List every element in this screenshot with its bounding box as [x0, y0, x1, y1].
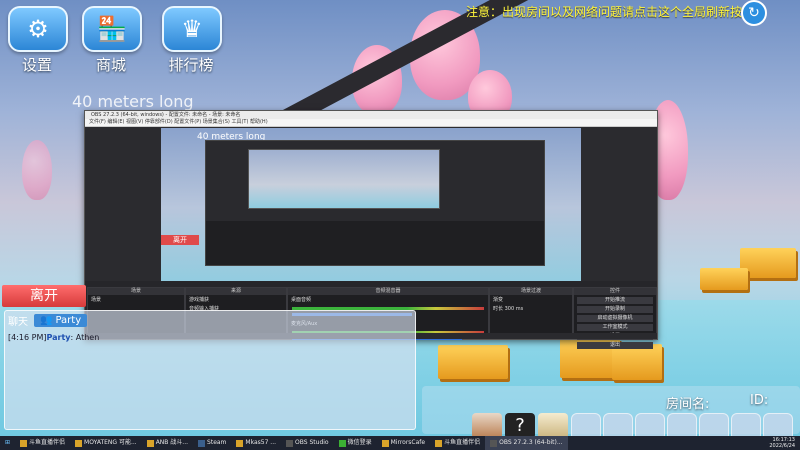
controls-title: 控件	[574, 288, 656, 295]
system-clock[interactable]: 16:17:13 2022/6/24	[769, 437, 800, 449]
studio-mode-button[interactable]: 工作室模式	[577, 324, 653, 331]
app-icon	[236, 439, 244, 447]
gold-block	[700, 268, 748, 290]
obs-icon	[490, 439, 498, 447]
audio-mixer-title: 音频混音器	[288, 288, 488, 295]
chat-panel	[4, 310, 416, 430]
taskbar-item-label: 微信登录	[347, 439, 372, 446]
room-name-label: 房间名:	[666, 397, 710, 412]
chat-channel: Party	[46, 333, 71, 342]
taskbar-item-label: OBS Studio	[295, 439, 329, 446]
transition-select[interactable]: 渐变	[490, 295, 572, 304]
obs-menubar[interactable]: 文件(F) 编辑(E) 视图(V) 停靠部件(D) 配置文件(P) 场景集合(S…	[85, 119, 657, 127]
leave-room-button[interactable]: 离开	[2, 285, 86, 307]
mixer-channel-label: 桌面音频	[291, 297, 312, 303]
leaderboard-label: 排行榜	[168, 56, 214, 74]
duration-value: 300 ms	[504, 306, 524, 312]
taskbar-item-label: OBS 27.2.3 (64-bit)...	[499, 439, 563, 446]
obs-titlebar[interactable]: OBS 27.2.3 (64-bit, windows) - 配置文件: 未命名…	[85, 111, 657, 119]
taskbar-item-label: Steam	[207, 439, 227, 446]
gold-block	[612, 344, 662, 380]
settings-button[interactable]: ⚙ 设置	[8, 6, 68, 75]
chat-message: [4:16 PM]Party: Athen	[8, 333, 99, 342]
start-button[interactable]: ⊞	[0, 436, 15, 450]
preview-leave-button: 离开	[161, 235, 199, 245]
shop-icon: 🏪	[82, 6, 142, 52]
taskbar-item[interactable]: MirrorsCafe	[377, 436, 430, 450]
wechat-icon	[338, 439, 346, 447]
steam-icon	[198, 439, 206, 447]
taskbar-item[interactable]: 微信登录	[334, 436, 377, 450]
background-caption: 40 meters long	[72, 92, 194, 111]
gold-block	[740, 248, 796, 278]
obs-window[interactable]: OBS 27.2.3 (64-bit, windows) - 配置文件: 未命名…	[84, 110, 658, 349]
scene-item[interactable]: 场景	[88, 295, 184, 304]
nested-obs-preview	[205, 140, 545, 266]
settings-label: 设置	[21, 56, 52, 74]
taskbar-item[interactable]: Mkas57 ...	[231, 436, 281, 450]
taskbar-item[interactable]: 斗鱼直播伴侣	[15, 436, 70, 450]
nested-dock-area	[206, 221, 544, 265]
app-icon	[75, 439, 83, 447]
virtual-camera-button[interactable]: 启动虚拟摄像机	[577, 315, 653, 322]
tab-chat[interactable]: 聊天	[8, 313, 28, 328]
controls-dock[interactable]: 控件 开始推流 开始录制 启动虚拟摄像机 工作室模式 设置 退出	[573, 287, 657, 349]
windows-icon: ⊞	[5, 439, 11, 446]
obs-preview: 40 meters long	[161, 128, 581, 288]
taskbar-item[interactable]: Steam	[193, 436, 231, 450]
gear-icon: ⚙	[8, 6, 68, 52]
chat-text: : Athen	[70, 333, 100, 342]
app-icon	[20, 439, 28, 447]
tab-party[interactable]: 👥 Party	[34, 314, 88, 327]
windows-taskbar: ⊞ 斗鱼直播伴侣 MOYATENG 可能... ANB 战斗... Steam …	[0, 436, 800, 450]
taskbar-item-label: 斗鱼直播伴侣	[29, 439, 66, 446]
room-id-label: ID:	[750, 393, 769, 408]
gold-block	[438, 345, 508, 379]
shop-button[interactable]: 🏪 商城	[82, 6, 142, 75]
taskbar-item[interactable]: OBS Studio	[281, 436, 334, 450]
app-icon	[381, 439, 389, 447]
start-streaming-button[interactable]: 开始推流	[577, 297, 653, 304]
obs-icon	[286, 439, 294, 447]
duration-label: 时长	[493, 306, 504, 312]
taskbar-item[interactable]: 斗鱼直播伴侣	[430, 436, 485, 450]
pink-tree	[22, 140, 52, 200]
sources-dock-title: 来源	[186, 288, 286, 295]
taskbar-item-label: MOYATENG 可能...	[84, 439, 137, 446]
network-notice: 注意：出现房间以及网络问题请点击这个全局刷新按钮	[466, 5, 755, 19]
taskbar-item-label: Mkas57 ...	[245, 439, 277, 446]
scenes-dock-title: 场景	[88, 288, 184, 295]
taskbar-item[interactable]: ANB 战斗...	[142, 436, 193, 450]
source-item[interactable]: 游戏捕获	[186, 295, 286, 304]
global-refresh-button[interactable]: ↻	[741, 0, 767, 26]
taskbar-item-label: ANB 战斗...	[155, 439, 189, 446]
refresh-icon: ↻	[748, 5, 760, 21]
exit-button[interactable]: 退出	[577, 342, 653, 349]
crown-icon: ♛	[162, 6, 222, 52]
chat-timestamp: [4:16 PM]	[8, 333, 47, 342]
app-icon	[146, 439, 154, 447]
leaderboard-button[interactable]: ♛ 排行榜	[162, 6, 222, 75]
tab-party-label: Party	[55, 315, 82, 326]
taskbar-item-label: 斗鱼直播伴侣	[444, 439, 481, 446]
duration-field[interactable]: 时长 300 ms	[490, 304, 572, 313]
party-icon: 👥	[40, 315, 53, 326]
taskbar-item[interactable]: MOYATENG 可能...	[70, 436, 142, 450]
transitions-title: 场景过渡	[490, 288, 572, 295]
taskbar-item[interactable]: OBS 27.2.3 (64-bit)...	[485, 436, 568, 450]
app-icon	[435, 439, 443, 447]
start-recording-button[interactable]: 开始录制	[577, 306, 653, 313]
chat-tabs: 聊天 👥 Party	[8, 313, 88, 328]
transitions-dock[interactable]: 场景过渡 渐变 时长 300 ms	[489, 287, 573, 337]
clock-date: 2022/6/24	[769, 443, 795, 449]
nested-preview-image	[248, 149, 440, 209]
shop-label: 商城	[95, 56, 126, 74]
taskbar-item-label: MirrorsCafe	[390, 439, 426, 446]
